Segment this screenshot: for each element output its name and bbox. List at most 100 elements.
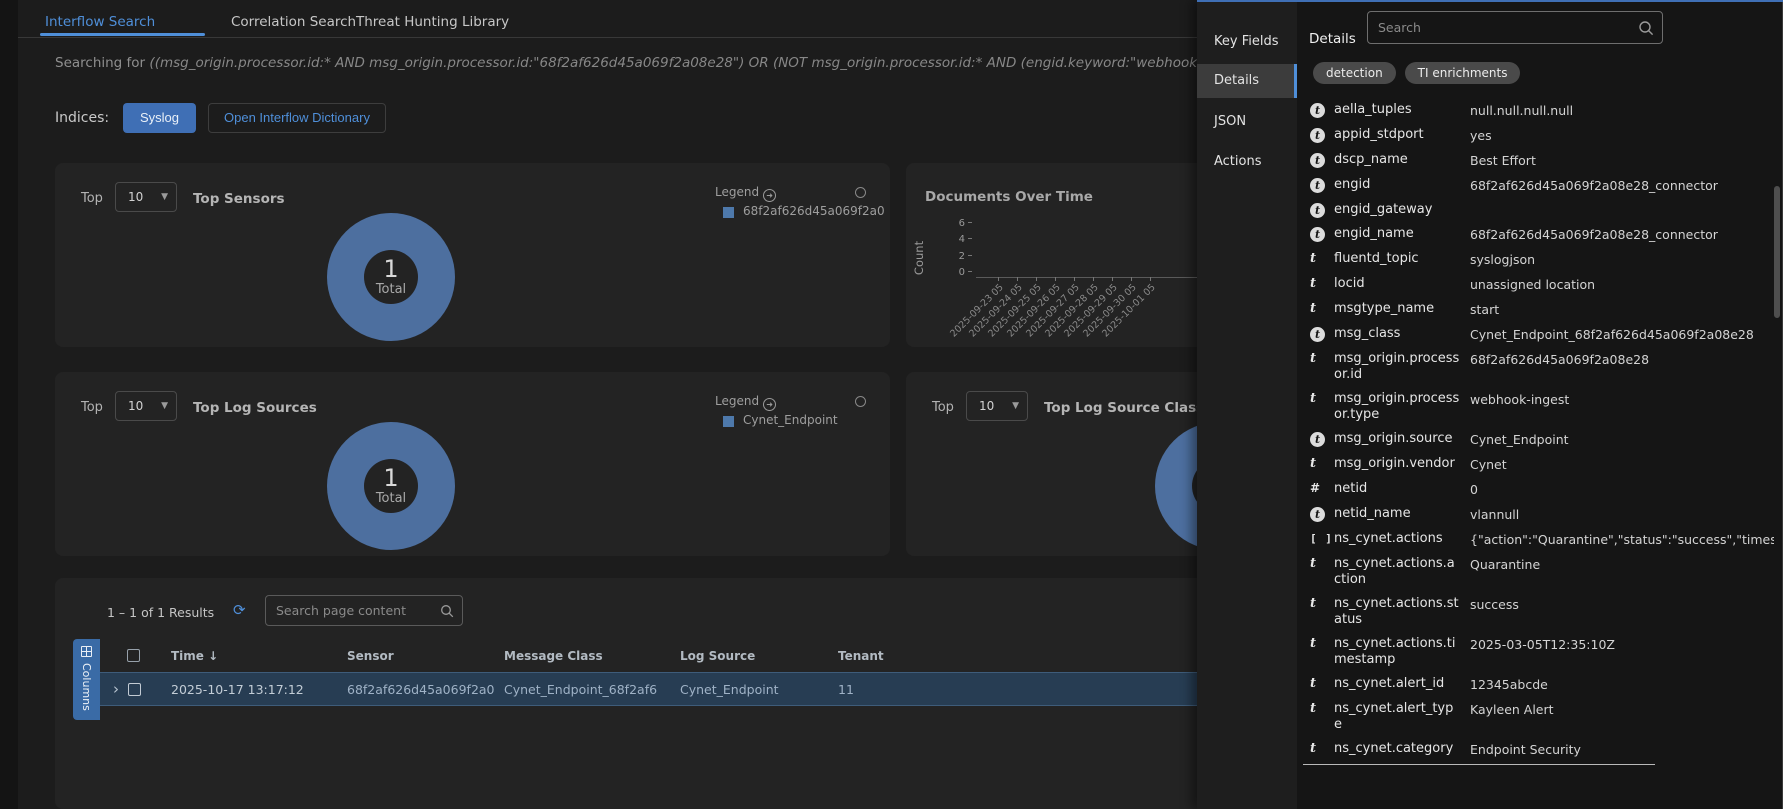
column-header-message-class[interactable]: Message Class [504,649,603,663]
keyword-type-icon: t [1310,432,1325,447]
scrollbar-thumb[interactable] [1774,186,1780,318]
tag-ti-enrichments[interactable]: TI enrichments [1405,62,1521,84]
field-name[interactable]: ns_cynet.actions.action [1334,556,1460,588]
field-row: taella_tuplesnull.null.null.null [1297,98,1774,123]
donut-total-label: Total [376,282,406,298]
details-panel-title: Details [1309,31,1356,47]
detail-side-nav: Key Fields Details JSON Actions [1197,0,1297,809]
field-row: t msg_origin.source Cynet_Endpoint [1297,427,1774,452]
keyword-type-icon: t [1310,178,1325,193]
legend-label: Legend ➜ [715,185,776,202]
details-search-input[interactable] [1368,20,1638,35]
field-name[interactable]: ns_cynet.actions [1334,531,1460,547]
y-axis-ticks: 6420 [946,163,972,293]
x-axis-tickmark [1017,277,1018,281]
chart-radio-icon[interactable] [855,396,866,407]
text-type-icon: t [1310,351,1334,366]
tag-row: detection TI enrichments [1313,62,1520,84]
field-value: Cynet_Endpoint_68f2af626d45a069f2a08e28 [1470,326,1774,343]
table-row[interactable]: › 2025-10-17 13:17:12 68f2af626d45a069f2… [100,672,1305,706]
keyword-type-icon: t [1310,153,1325,168]
row-checkbox[interactable] [128,683,141,696]
refresh-icon[interactable]: ⟳ [233,601,246,619]
nav-item-details[interactable]: Details [1197,64,1297,98]
syslog-index-button[interactable]: Syslog [123,103,196,133]
donut-center-text: 1 Total [376,256,406,298]
field-value: Kayleen Alert [1470,701,1774,718]
field-name[interactable]: msgtype_name [1334,301,1460,317]
field-value: Cynet_Endpoint [1470,431,1774,448]
field-row: tfluentd_topicsyslogjson [1297,247,1774,272]
field-name[interactable]: msg_class [1334,326,1460,342]
column-header-sensor[interactable]: Sensor [347,649,394,663]
field-name[interactable]: msg_origin.source [1334,431,1460,447]
field-name[interactable]: dscp_name [1334,152,1460,168]
field-value: vlannull [1470,506,1774,523]
field-name[interactable]: msg_origin.vendor [1334,456,1460,472]
field-row: tmsg_classCynet_Endpoint_68f2af626d45a06… [1297,322,1774,347]
top-log-sources-donut-chart: 1 Total [327,422,455,550]
top-count-value: 10 [128,399,143,413]
tab-correlation-search[interactable]: Correlation Search [231,14,356,30]
column-header-time[interactable]: Time ↓ [171,649,218,663]
field-name[interactable]: msg_origin.processor.type [1334,391,1460,423]
field-name[interactable]: locid [1334,276,1460,292]
select-all-checkbox[interactable] [127,649,140,662]
field-name[interactable]: netid_name [1334,506,1460,522]
legend-expand-icon[interactable]: ➜ [763,398,776,411]
search-icon [440,604,454,618]
text-type-icon: t [1310,251,1334,266]
field-name[interactable]: engid_name [1334,226,1460,242]
tab-threat-hunting-library[interactable]: Threat Hunting Library [356,14,509,30]
text-type-icon: t [1310,556,1334,571]
column-header-log-source[interactable]: Log Source [680,649,755,663]
donut-total-value: 1 [376,256,406,282]
tab-interflow-search[interactable]: Interflow Search [45,14,155,30]
array-type-icon: [ ] [1310,531,1334,546]
page-search-input[interactable] [266,603,440,618]
top-count-dropdown[interactable]: 10 ▼ [115,182,177,212]
search-summary-prefix: Searching for [55,55,145,71]
open-interflow-dictionary-button[interactable]: Open Interflow Dictionary [208,103,386,133]
x-axis-tickmark [1131,277,1132,281]
chevron-down-icon: ▼ [161,183,168,211]
field-name[interactable]: ns_cynet.alert_type [1334,701,1460,733]
nav-item-json[interactable]: JSON [1197,114,1297,129]
field-name[interactable]: netid [1334,481,1460,497]
column-header-tenant[interactable]: Tenant [838,649,884,663]
field-name[interactable]: ns_cynet.actions.timestamp [1334,636,1460,668]
field-name[interactable]: engid [1334,177,1460,193]
field-value: yes [1470,127,1774,144]
nav-item-actions[interactable]: Actions [1197,154,1297,169]
field-name[interactable]: msg_origin.processor.id [1334,351,1460,383]
top-label: Top [932,400,954,415]
field-list: taella_tuplesnull.null.null.nullt appid_s… [1297,98,1774,809]
left-edge-strip [0,0,18,809]
grid-icon [81,646,92,657]
legend-label-text: Legend [715,185,759,199]
field-name[interactable]: appid_stdport [1334,127,1460,143]
field-name[interactable]: fluentd_topic [1334,251,1460,267]
legend-expand-icon[interactable]: ➜ [763,189,776,202]
field-name[interactable]: aella_tuples [1334,102,1460,118]
field-name[interactable]: ns_cynet.actions.status [1334,596,1460,628]
field-value: start [1470,301,1774,318]
expand-row-icon[interactable]: › [113,683,119,696]
field-row: #netid0 [1297,477,1774,502]
field-name[interactable]: ns_cynet.alert_id [1334,676,1460,692]
legend-label: Legend➜ [715,394,776,411]
tag-detection[interactable]: detection [1313,62,1396,84]
top-count-dropdown[interactable]: 10 ▼ [966,391,1028,421]
field-row: tengid_name68f2af626d45a069f2a08e28_conn… [1297,222,1774,247]
y-axis-tick: 2 [959,251,972,262]
legend-item-label: Cynet_Endpoint [743,413,893,427]
columns-tab[interactable]: Columns [73,639,100,720]
cell-tenant: 11 [838,682,854,697]
field-row: tnetid_namevlannull [1297,502,1774,527]
nav-item-key-fields[interactable]: Key Fields [1197,34,1297,49]
legend-swatch [723,416,734,427]
chart-radio-icon[interactable] [855,187,866,198]
field-name[interactable]: ns_cynet.category [1334,741,1460,757]
field-name[interactable]: engid_gateway [1334,202,1460,218]
top-count-dropdown[interactable]: 10 ▼ [115,391,177,421]
